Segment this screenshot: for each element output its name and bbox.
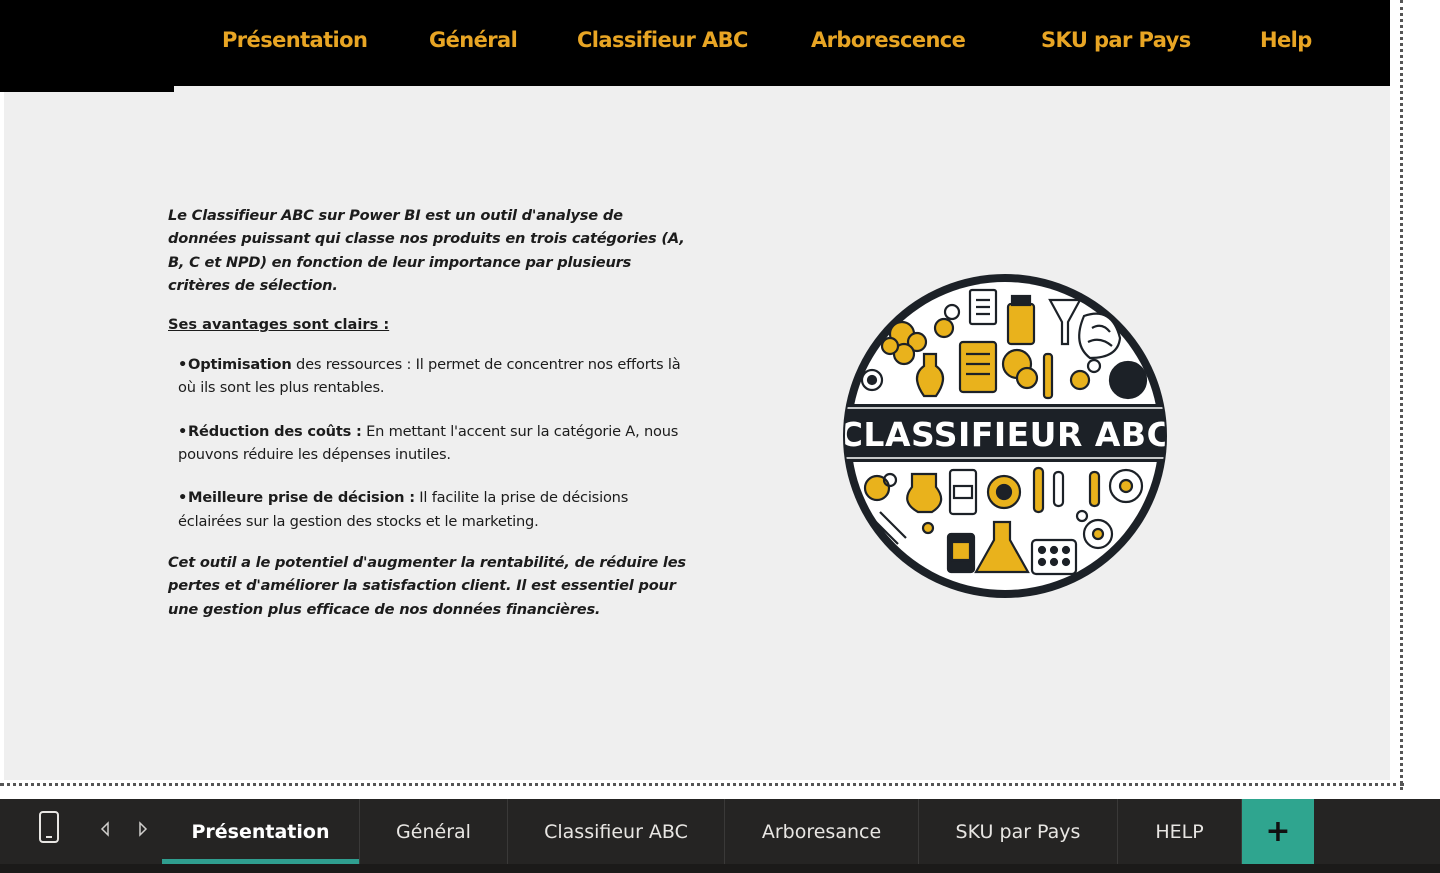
bullet-glyph: •: [178, 422, 188, 440]
page-boundary-bottom: [0, 783, 1404, 787]
tab-help[interactable]: HELP: [1118, 799, 1242, 864]
advantages-list: •Optimisation des ressources : Il permet…: [168, 353, 688, 533]
conclusion-paragraph: Cet outil a le potentiel d'augmenter la …: [168, 553, 686, 618]
previous-page-arrow-icon[interactable]: [98, 821, 112, 837]
nav-presentation[interactable]: Présentation: [222, 28, 368, 52]
advantage-item: •Optimisation des ressources : Il permet…: [178, 353, 688, 400]
nav-arborescence[interactable]: Arborescence: [811, 28, 966, 52]
tab-sku-par-pays[interactable]: SKU par Pays: [919, 799, 1118, 864]
logo-title: CLASSIFIEUR ABC: [839, 415, 1172, 454]
redacted-logo-area: [0, 0, 174, 92]
advantage-title: Optimisation: [188, 356, 292, 374]
bullet-glyph: •: [178, 356, 188, 374]
tab-presentation[interactable]: Présentation: [162, 799, 360, 864]
bullet-glyph: •: [178, 489, 188, 507]
add-page-button[interactable]: +: [1242, 799, 1314, 864]
description-text-block: Le Classifieur ABC sur Power BI est un o…: [168, 204, 688, 621]
tab-general[interactable]: Général: [360, 799, 508, 864]
tab-arboresance[interactable]: Arboresance: [725, 799, 919, 864]
advantage-title: Meilleure prise de décision :: [188, 489, 415, 507]
page-tab-bar: Présentation Général Classifieur ABC Arb…: [0, 799, 1440, 873]
advantage-item: •Réduction des coûts : En mettant l'acce…: [178, 420, 688, 467]
tab-classifieur-abc[interactable]: Classifieur ABC: [508, 799, 725, 864]
advantage-item: •Meilleure prise de décision : Il facili…: [178, 486, 688, 533]
page-boundary-right: [1400, 0, 1404, 790]
nav-sku-par-pays[interactable]: SKU par Pays: [1041, 28, 1191, 52]
nav-general[interactable]: Général: [429, 28, 518, 52]
classifieur-abc-logo-icon: CLASSIFIEUR ABC: [839, 274, 1172, 598]
next-page-arrow-icon[interactable]: [136, 821, 150, 837]
intro-paragraph: Le Classifieur ABC sur Power BI est un o…: [168, 207, 685, 294]
advantages-heading: Ses avantages sont clairs :: [168, 316, 390, 334]
nav-help[interactable]: Help: [1260, 28, 1312, 52]
advantage-title: Réduction des coûts :: [188, 422, 362, 440]
nav-classifieur-abc[interactable]: Classifieur ABC: [577, 28, 748, 52]
top-navigation-bar: Présentation Général Classifieur ABC Arb…: [0, 0, 1390, 86]
tab-bar-bottom-strip: [0, 864, 1440, 873]
app-canvas: Présentation Général Classifieur ABC Arb…: [0, 0, 1440, 873]
mobile-layout-icon[interactable]: [38, 811, 60, 843]
